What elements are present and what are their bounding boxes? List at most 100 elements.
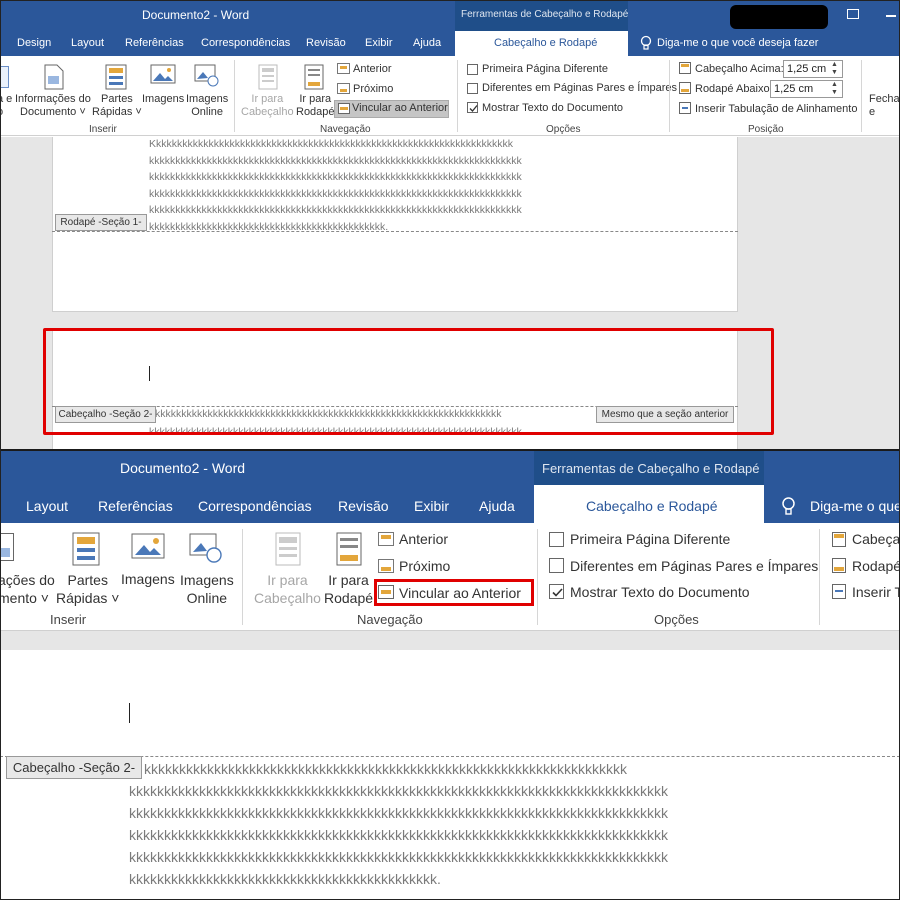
- group-insert-label: Inserir: [89, 124, 117, 135]
- close-header-footer-button[interactable]: Fecha e: [869, 93, 900, 119]
- tell-me-box[interactable]: Diga-me o que você deseja fazer: [657, 37, 818, 49]
- pictures-button[interactable]: Imagens: [121, 571, 175, 587]
- tell-me-box[interactable]: Diga-me o que: [810, 498, 900, 514]
- quick-parts-button[interactable]: Partes Rápidas ˅: [92, 93, 142, 119]
- previous-icon: [378, 532, 394, 546]
- pictures-button[interactable]: Imagens: [142, 93, 184, 105]
- previous-button[interactable]: Anterior: [353, 63, 392, 75]
- window-title: Documento2 - Word: [142, 8, 250, 22]
- text-line: kkkkkkkkkkkkkkkkkkkkkkkkkkkkkkkkkkkkkkkk…: [149, 204, 522, 216]
- odd-even-label: Diferentes em Páginas Pares e Ímpares: [570, 558, 819, 574]
- header-top-icon: [832, 532, 846, 547]
- tab-review[interactable]: Revisão: [306, 37, 346, 49]
- highlight-box: [374, 579, 534, 606]
- document-info-icon: [0, 533, 14, 561]
- previous-button[interactable]: Anterior: [399, 531, 448, 547]
- show-text-checkbox[interactable]: [549, 584, 564, 599]
- group-position-label: Posição: [748, 124, 784, 135]
- online-pictures-button[interactable]: Imagens Online: [186, 93, 228, 119]
- tab-header-footer-label: Cabeçalho e Rodapé: [494, 37, 598, 49]
- body-text: kkkkkkkkkkkkkkkkkkkkkkkkkkkkkkkkkkkkkkkk…: [129, 780, 781, 890]
- tab-help[interactable]: Ajuda: [479, 498, 515, 514]
- text-line: kkkkkkkkkkkkkkkkkkkkkkkkkkkkkkkkkkkkkkkk…: [149, 220, 389, 233]
- footer-boundary-line: [52, 231, 738, 232]
- tab-design[interactable]: Design: [17, 37, 51, 49]
- ribbon-display-icon[interactable]: [847, 9, 859, 19]
- goto-footer-button[interactable]: Ir para Rodapé: [296, 93, 335, 119]
- footer-section-1-tag: Rodapé -Seção 1-: [55, 214, 147, 231]
- group-separator: [234, 60, 235, 132]
- insert-alignment-tab-button[interactable]: Inserir T: [852, 584, 900, 600]
- lightbulb-icon: [640, 35, 652, 51]
- header-top-label: Cabeça: [852, 531, 900, 547]
- header-section-2-tag: Cabeçalho -Seção 2-: [6, 756, 142, 779]
- text-line: kkkkkkkkkkkkkkkkkkkkkkkkkkkkkkkkkkkkkkkk…: [149, 187, 522, 200]
- next-button[interactable]: Próximo: [399, 558, 450, 574]
- pictures-icon: [131, 533, 165, 563]
- text-line: kkkkkkkkkkkkkkkkkkkkkkkkkkkkkkkkkkkkkkkk…: [129, 827, 668, 843]
- insert-alignment-tab-button[interactable]: Inserir Tabulação de Alinhamento: [695, 103, 857, 115]
- group-separator: [457, 60, 458, 132]
- tab-view[interactable]: Exibir: [414, 498, 449, 514]
- show-text-label: Mostrar Texto do Documento: [570, 584, 750, 600]
- tab-help[interactable]: Ajuda: [413, 37, 441, 49]
- odd-even-checkbox[interactable]: [549, 558, 564, 573]
- next-button[interactable]: Próximo: [353, 83, 393, 95]
- first-page-checkbox[interactable]: [467, 64, 478, 75]
- body-text: Kkkkkkkkkkkkkkkkkkkkkkkkkkkkkkkkkkkkkkkk…: [149, 136, 640, 235]
- bottom-panel: Documento2 - Word Ferramentas de Cabeçal…: [0, 451, 900, 900]
- text-cursor: [129, 703, 130, 723]
- quick-parts-button[interactable]: Partes Rápidas ˅: [56, 571, 119, 607]
- align-tab-icon: [832, 584, 846, 599]
- document-info-button[interactable]: ações do mento ˅: [0, 571, 55, 607]
- tab-references[interactable]: Referências: [125, 37, 184, 49]
- group-separator: [242, 529, 243, 625]
- group-insert-label: Inserir: [50, 612, 87, 627]
- show-text-checkbox[interactable]: [467, 102, 478, 113]
- align-tab-icon: [679, 102, 691, 114]
- lightbulb-icon: [781, 496, 796, 516]
- cut-off-button-label[interactable]: a e o: [0, 93, 12, 119]
- goto-header-button[interactable]: Ir para Cabeçalho: [241, 93, 294, 119]
- group-navigation-label: Navegação: [320, 124, 371, 135]
- redaction-box: [730, 5, 828, 29]
- first-page-checkbox[interactable]: [549, 532, 564, 547]
- text-line: kkkkkkkkkkkkkkkkkkkkkkkkkkkkkkkkkkkkkkkk…: [129, 783, 668, 799]
- tab-mailings[interactable]: Correspondências: [201, 37, 290, 49]
- tab-view[interactable]: Exibir: [365, 37, 393, 49]
- minimize-icon[interactable]: [886, 15, 896, 17]
- context-title: Ferramentas de Cabeçalho e Rodapé: [461, 9, 629, 20]
- online-pictures-button[interactable]: Imagens Online: [180, 571, 234, 607]
- tab-review[interactable]: Revisão: [338, 498, 389, 514]
- odd-even-checkbox[interactable]: [467, 83, 478, 94]
- group-separator: [669, 60, 670, 132]
- text-line: kkkkkkkkkkkkkkkkkkkkkkkkkkkkkkkkkkkkkkkk…: [129, 871, 441, 887]
- show-text-label: Mostrar Texto do Documento: [482, 102, 624, 114]
- group-separator: [819, 529, 820, 625]
- text-line: kkkkkkkkkkkkkkkkkkkkkkkkkkkkkkkkkkkkkkkk…: [149, 171, 522, 183]
- tab-layout[interactable]: Layout: [26, 498, 68, 514]
- document-info-button[interactable]: Informações do Documento ˅: [15, 93, 91, 119]
- section2-text-line: kkkkkkkkkkkkkkkkkkkkkkkkkkkkkkkkkkkkkkkk…: [144, 761, 627, 777]
- text-line: Kkkkkkkkkkkkkkkkkkkkkkkkkkkkkkkkkkkkkkkk…: [149, 138, 514, 150]
- footer-bottom-spinner-icon[interactable]: ▲ ▼: [831, 81, 838, 97]
- next-icon: [378, 559, 394, 573]
- header-top-icon: [679, 62, 691, 74]
- tab-layout[interactable]: Layout: [71, 37, 104, 49]
- online-pictures-icon: [189, 533, 223, 563]
- link-to-previous-label: Vincular ao Anterior: [352, 102, 448, 114]
- group-navigation-label: Navegação: [357, 612, 423, 627]
- group-options-label: Opções: [546, 124, 581, 135]
- link-to-previous-icon: [338, 103, 350, 114]
- tab-references[interactable]: Referências: [98, 498, 173, 514]
- quick-parts-icon: [72, 532, 100, 566]
- tab-mailings[interactable]: Correspondências: [198, 498, 312, 514]
- first-page-label: Primeira Página Diferente: [570, 531, 731, 547]
- document-info-icon: [43, 64, 65, 90]
- header-top-spinner-icon[interactable]: ▲ ▼: [831, 61, 838, 77]
- online-pictures-icon: [194, 64, 220, 88]
- goto-header-icon: [275, 532, 301, 566]
- goto-header-button[interactable]: Ir para Cabeçalho: [254, 571, 321, 607]
- quick-parts-icon: [105, 64, 127, 90]
- goto-footer-button[interactable]: Ir para Rodapé: [324, 571, 373, 607]
